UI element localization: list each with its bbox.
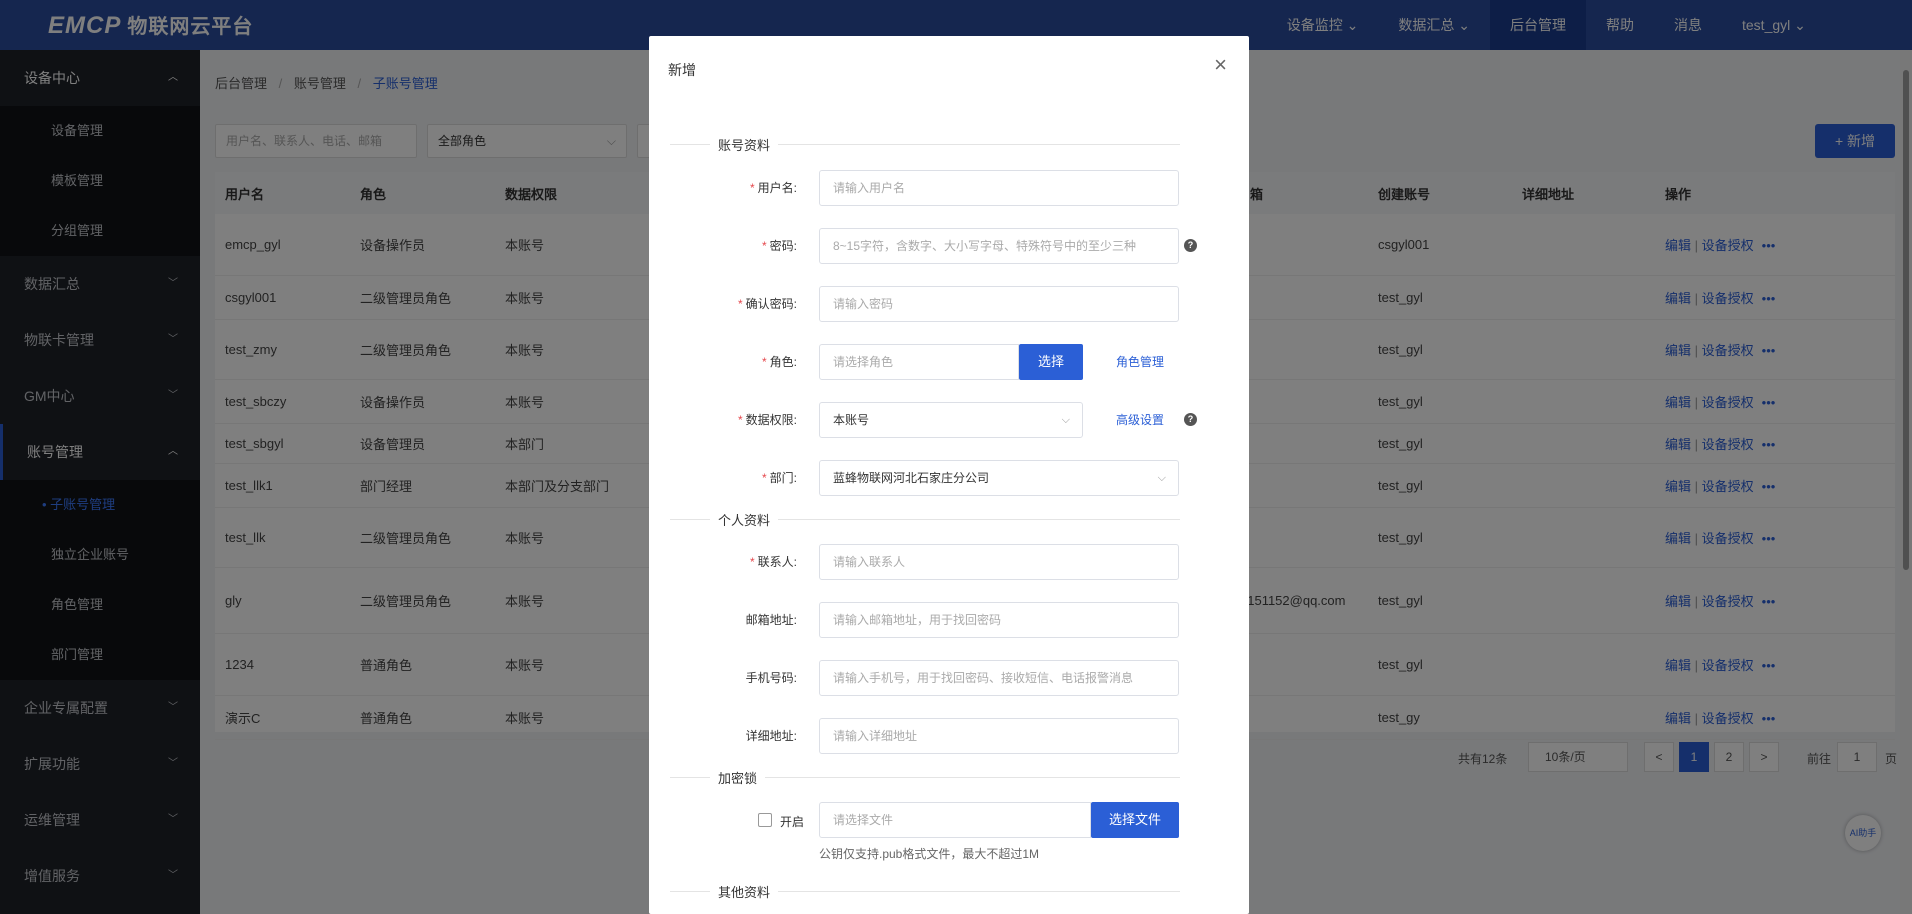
help-icon[interactable]: ? [1184,239,1197,252]
username-field[interactable]: 请输入用户名 [819,170,1179,206]
dialog-title: 新增 [668,62,696,78]
row-password: * 密码: 8~15字符，含数字、大小写字母、特殊符号中的至少三种 ? [649,228,1249,264]
file-hint: 公钥仅支持.pub格式文件，最大不超过1M [819,847,1040,861]
enable-lock-checkbox[interactable] [758,813,772,827]
file-field[interactable]: 请选择文件 [819,802,1091,838]
row-username: * 用户名: 请输入用户名 [649,170,1249,206]
role-manage-link[interactable]: 角色管理 [1116,344,1164,380]
contact-field[interactable]: 请输入联系人 [819,544,1179,580]
section-account-title: 账号资料 [710,135,779,154]
help-icon[interactable]: ? [1184,413,1197,426]
enable-lock-label: 开启 [780,815,805,829]
data-permission-select[interactable]: 本账号 ⌵ [819,402,1083,438]
section-encrypt-lock: 加密锁 [670,768,1180,788]
section-encrypt-title: 加密锁 [710,768,766,787]
row-confirm-password: * 确认密码: 请输入密码 [649,286,1249,322]
data-permission-label: * 数据权限: [737,413,797,427]
row-address: 详细地址: 请输入详细地址 [649,718,1249,754]
close-icon[interactable]: × [1214,54,1227,76]
chevron-down-icon: ⌵ [1061,414,1070,426]
row-department: * 部门: 蓝蜂物联网河北石家庄分公司 ⌵ [649,460,1249,496]
add-account-dialog: 新增 × 账号资料 * 用户名: 请输入用户名 * 密码: 8~15字符，含数字、大… [649,36,1249,914]
address-label: 详细地址: [745,729,797,743]
role-field[interactable]: 请选择角色 [819,344,1019,380]
email-field[interactable]: 请输入邮箱地址，用于找回密码 [819,602,1179,638]
role-label: * 角色: [761,355,797,369]
section-personal: 个人资料 [670,510,1180,530]
row-lock: 开启 请选择文件 选择文件 [649,802,1249,838]
advanced-settings-link[interactable]: 高级设置 [1116,402,1164,438]
row-role: * 角色: 请选择角色 选择 角色管理 [649,344,1249,380]
confirm-password-field[interactable]: 请输入密码 [819,286,1179,322]
row-contact: * 联系人: 请输入联系人 [649,544,1249,580]
section-other: 其他资料 [670,882,1180,902]
data-permission-value: 本账号 [833,413,870,427]
row-data-permission: * 数据权限: 本账号 ⌵ 高级设置 ? [649,402,1249,438]
email-label: 邮箱地址: [745,613,797,627]
section-personal-title: 个人资料 [710,510,779,529]
choose-file-button[interactable]: 选择文件 [1091,802,1179,838]
password-field[interactable]: 8~15字符，含数字、大小写字母、特殊符号中的至少三种 [819,228,1179,264]
chevron-down-icon: ⌵ [1157,472,1166,484]
phone-field[interactable]: 请输入手机号，用于找回密码、接收短信、电话报警消息 [819,660,1179,696]
department-label: * 部门: [761,471,797,485]
username-label: * 用户名: [749,181,797,195]
section-other-title: 其他资料 [710,882,779,901]
row-phone: 手机号码: 请输入手机号，用于找回密码、接收短信、电话报警消息 [649,660,1249,696]
role-select-button[interactable]: 选择 [1019,344,1083,380]
phone-label: 手机号码: [745,671,797,685]
department-select[interactable]: 蓝蜂物联网河北石家庄分公司 ⌵ [819,460,1179,496]
password-label: * 密码: [761,239,797,253]
row-email: 邮箱地址: 请输入邮箱地址，用于找回密码 [649,602,1249,638]
department-value: 蓝蜂物联网河北石家庄分公司 [833,471,990,485]
contact-label: * 联系人: [749,555,797,569]
confirm-password-label: * 确认密码: [737,297,797,311]
section-account: 账号资料 [670,135,1180,155]
address-field[interactable]: 请输入详细地址 [819,718,1179,754]
